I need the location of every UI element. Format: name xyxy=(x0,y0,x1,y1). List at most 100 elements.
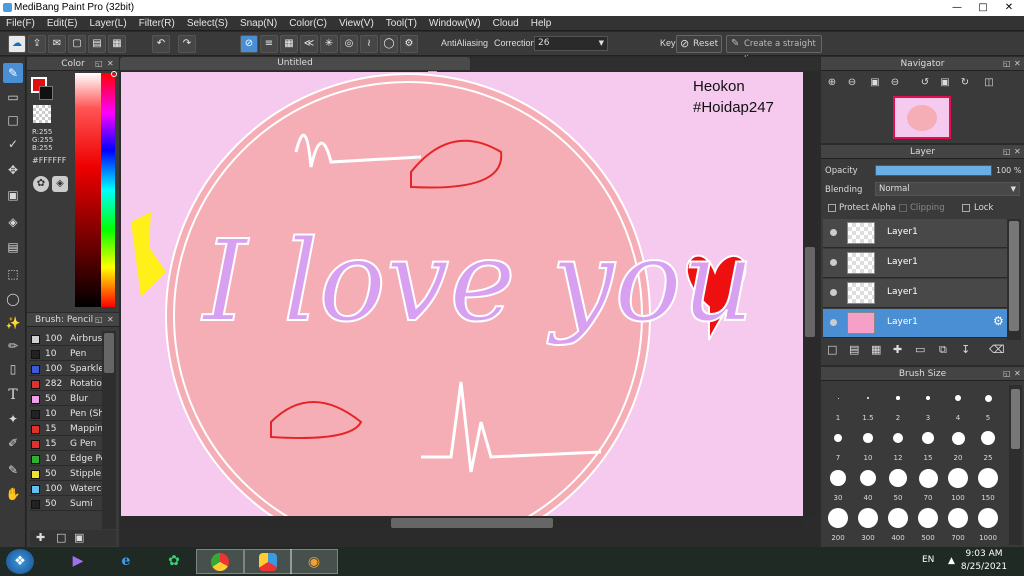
canvas-vertical-scrollbar[interactable] xyxy=(803,72,817,516)
brush-tool-icon[interactable]: ✎ xyxy=(3,63,23,83)
menu-snap[interactable]: Snap(N) xyxy=(234,16,283,30)
actual-size-icon[interactable]: ⊖ xyxy=(887,75,903,91)
panel-pin-icon[interactable]: ◱ xyxy=(1003,369,1011,378)
brush-size-option[interactable]: 700 xyxy=(943,504,973,542)
brush-size-option[interactable]: 30 xyxy=(823,464,853,502)
start-button[interactable]: ❖ xyxy=(6,549,34,574)
brush-size-option[interactable]: 400 xyxy=(883,504,913,542)
lock-checkbox[interactable] xyxy=(962,204,970,212)
menu-layer[interactable]: Layer(L) xyxy=(83,16,132,30)
menu-window[interactable]: Window(W) xyxy=(423,16,487,30)
color-saturation-strip[interactable] xyxy=(75,73,101,307)
navigator-preview[interactable] xyxy=(893,96,951,139)
brush-size-option[interactable]: 25 xyxy=(973,424,1003,462)
snap-curve-icon[interactable]: ≀ xyxy=(360,35,378,53)
panel-close-icon[interactable]: ✕ xyxy=(107,315,114,324)
lasso-tool-icon[interactable]: ◯ xyxy=(3,289,23,309)
drawing-canvas[interactable]: I love you Heokon #Hoidap247 xyxy=(121,72,803,516)
visibility-eye-icon[interactable] xyxy=(830,259,837,266)
snap-parallel-icon[interactable]: ≡ xyxy=(260,35,278,53)
language-indicator[interactable]: EN xyxy=(922,555,934,565)
snap-settings-icon[interactable]: ⚙ xyxy=(400,35,418,53)
brush-size-option[interactable]: 50 xyxy=(883,464,913,502)
text-tool-icon[interactable]: T xyxy=(3,385,23,405)
layer-list-scrollbar[interactable] xyxy=(1007,219,1021,340)
menu-edit[interactable]: Edit(E) xyxy=(41,16,84,30)
brush-size-option[interactable]: 12 xyxy=(883,424,913,462)
panel-close-icon[interactable]: ✕ xyxy=(107,59,114,68)
undo-button[interactable]: ↶ xyxy=(152,35,170,53)
medibang-taskbar-icon[interactable] xyxy=(244,549,292,574)
duplicate-layer-icon[interactable]: ⧉ xyxy=(939,343,947,357)
bucket-tool-icon[interactable]: ◈ xyxy=(3,212,23,232)
rotate-left-icon[interactable]: ↺ xyxy=(917,75,933,91)
add-layer-menu-icon[interactable]: ✚ xyxy=(893,343,902,356)
layer-row[interactable]: Layer1 xyxy=(823,279,1007,308)
panel-pin-icon[interactable]: ◱ xyxy=(95,315,103,324)
panel-close-icon[interactable]: ✕ xyxy=(1014,59,1021,68)
transparent-swatch[interactable] xyxy=(33,105,51,123)
magic-wand-icon[interactable]: ✨ xyxy=(3,313,23,333)
menu-view[interactable]: View(V) xyxy=(333,16,380,30)
palette-icon[interactable]: ✿ xyxy=(33,176,49,192)
zoom-in-icon[interactable]: ⊕ xyxy=(824,75,840,91)
brush-size-option[interactable]: 40 xyxy=(853,464,883,502)
snap-ellipse-icon[interactable]: ◯ xyxy=(380,35,398,53)
brush-size-option[interactable]: 100 xyxy=(943,464,973,502)
merge-down-icon[interactable]: ↧ xyxy=(961,343,970,356)
panel-pin-icon[interactable]: ◱ xyxy=(95,59,103,68)
visibility-eye-icon[interactable] xyxy=(830,319,837,326)
snap-radial-icon[interactable]: ✳ xyxy=(320,35,338,53)
panel-pin-icon[interactable]: ◱ xyxy=(1003,147,1011,156)
flip-icon[interactable]: ◫ xyxy=(981,75,997,91)
brush-menu-icon[interactable]: ▣ xyxy=(74,531,84,544)
select-pen-icon[interactable]: ✏ xyxy=(3,336,23,356)
tray-expand-icon[interactable]: ▲ xyxy=(948,556,955,566)
app-green-icon[interactable]: ✿ xyxy=(150,549,198,574)
visibility-eye-icon[interactable] xyxy=(830,229,837,236)
new-page-icon[interactable]: ▢ xyxy=(68,35,86,53)
canvas-horizontal-scrollbar[interactable] xyxy=(121,516,803,530)
gradient-tool-icon[interactable]: ▤ xyxy=(3,237,23,257)
snap-grid-icon[interactable]: ▦ xyxy=(280,35,298,53)
internet-explorer-icon[interactable]: e xyxy=(102,549,150,574)
dot-tool-icon[interactable]: ✓ xyxy=(3,134,23,154)
brush-size-option[interactable]: 1 xyxy=(823,384,853,422)
menu-select[interactable]: Select(S) xyxy=(181,16,234,30)
redo-button[interactable]: ↷ xyxy=(178,35,196,53)
brush-size-option[interactable]: 200 xyxy=(823,504,853,542)
menu-help[interactable]: Help xyxy=(525,16,558,30)
brush-size-option[interactable]: 2 xyxy=(883,384,913,422)
brush-size-option[interactable]: 5 xyxy=(973,384,1003,422)
comment-icon[interactable]: ✉ xyxy=(48,35,66,53)
new-brush-icon[interactable]: □ xyxy=(56,531,66,544)
new-layer-icon[interactable]: □ xyxy=(827,343,837,356)
layer-row[interactable]: Layer1 xyxy=(823,219,1007,248)
menu-color[interactable]: Color(C) xyxy=(283,16,333,30)
brush-size-option[interactable]: 1.5 xyxy=(853,384,883,422)
snap-perspective-icon[interactable]: ≪ xyxy=(300,35,318,53)
hue-handle[interactable] xyxy=(111,71,117,77)
reset-button[interactable]: ⊘ Reset xyxy=(676,35,722,53)
snap-off-icon[interactable]: ⊘ xyxy=(240,35,258,53)
delete-layer-icon[interactable]: ⌫ xyxy=(989,343,1005,356)
menu-filter[interactable]: Filter(R) xyxy=(133,16,181,30)
secondary-color-swatch[interactable] xyxy=(39,86,53,100)
layer-row[interactable]: Layer1 xyxy=(823,309,1007,338)
brush-size-option[interactable]: 150 xyxy=(973,464,1003,502)
reset-rotation-icon[interactable]: ▣ xyxy=(937,75,953,91)
hand-tool-icon[interactable]: ✋ xyxy=(3,484,23,504)
brush-size-option[interactable]: 10 xyxy=(853,424,883,462)
protect-alpha-checkbox[interactable] xyxy=(828,204,836,212)
opacity-slider[interactable] xyxy=(875,165,992,176)
layer-settings-gear-icon[interactable]: ⚙ xyxy=(993,314,1004,328)
select-rect-icon[interactable]: ⬚ xyxy=(3,264,23,284)
folder-icon[interactable]: ▭ xyxy=(915,343,925,356)
clock-date[interactable]: 8/25/2021 xyxy=(960,562,1008,572)
rotate-right-icon[interactable]: ↻ xyxy=(957,75,973,91)
brush-size-option[interactable]: 500 xyxy=(913,504,943,542)
layer-row[interactable]: Layer1 xyxy=(823,249,1007,278)
fill-tool-icon[interactable]: ▣ xyxy=(3,185,23,205)
brush-size-option[interactable]: 70 xyxy=(913,464,943,502)
menu-cloud[interactable]: Cloud xyxy=(487,16,525,30)
